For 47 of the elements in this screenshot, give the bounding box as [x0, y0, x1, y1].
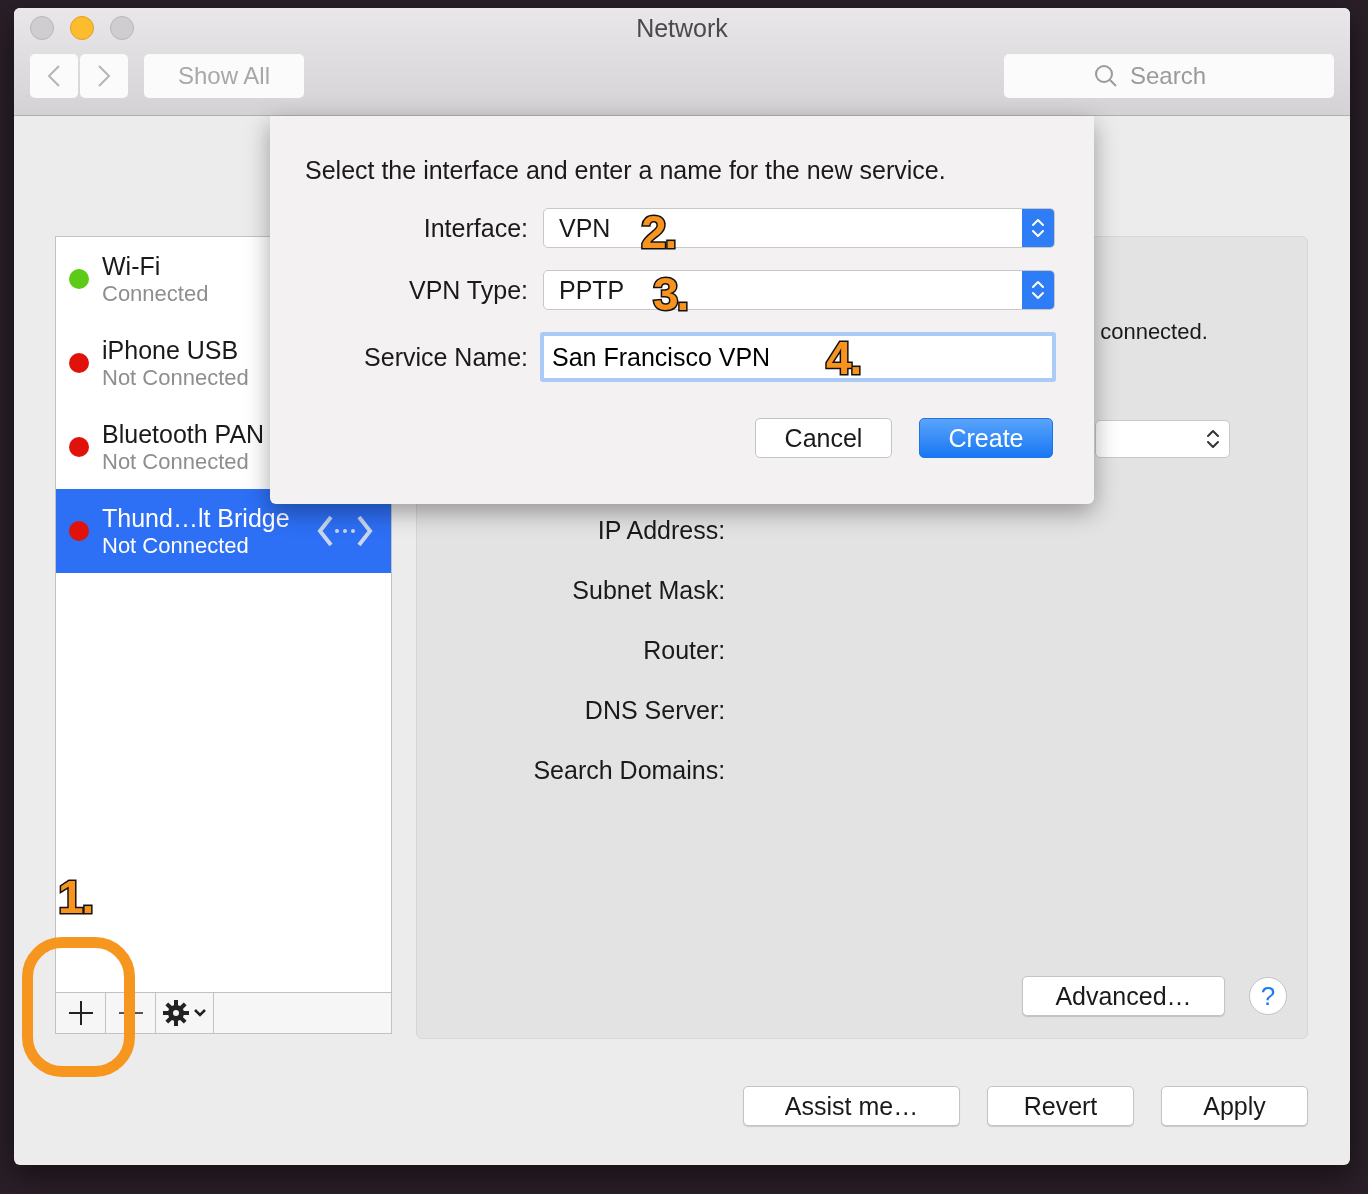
- minus-icon: [117, 1011, 144, 1015]
- search-field[interactable]: Search: [1004, 54, 1334, 98]
- service-name: iPhone USB: [102, 335, 240, 365]
- service-status: Not Connected: [102, 448, 250, 475]
- service-name: Bluetooth PAN: [102, 419, 265, 449]
- dialog-message: Select the interface and enter a name for the new service.: [305, 156, 947, 185]
- service-item[interactable]: Bluetooth PAN Not Connected: [56, 405, 392, 489]
- service-name: Wi-Fi: [102, 251, 162, 281]
- zoom-button[interactable]: [110, 16, 134, 40]
- caret-icon: [192, 1008, 207, 1018]
- forward-button[interactable]: [80, 54, 128, 98]
- field-label: Router:: [642, 635, 726, 666]
- service-item[interactable]: Thund…lt Bridge Not Connected: [56, 489, 392, 573]
- field-label: Service Name:: [363, 342, 528, 372]
- plus-icon: [67, 1000, 94, 1026]
- service-status: Connected: [102, 280, 209, 307]
- footer-button[interactable]: Apply: [1161, 1086, 1308, 1126]
- popup-button[interactable]: PPTP 3.: [543, 270, 1055, 310]
- field-label: Subnet Mask:: [571, 575, 726, 606]
- step-number: 1.: [58, 870, 93, 924]
- service-name: Thund…lt Bridge: [102, 503, 290, 533]
- window-title: Network: [636, 13, 728, 43]
- field-label: Search Domains:: [532, 755, 726, 786]
- close-button[interactable]: [30, 16, 54, 40]
- help-button[interactable]: ?: [1249, 977, 1287, 1015]
- dialog-button[interactable]: Cancel: [755, 418, 892, 458]
- advanced-button[interactable]: Advanced…: [1022, 976, 1225, 1016]
- footer-button[interactable]: Assist me…: [743, 1086, 960, 1126]
- field-label: Interface:: [422, 213, 528, 243]
- footer-button[interactable]: Revert: [987, 1086, 1134, 1126]
- gear-icon: [162, 1000, 189, 1026]
- popup-button[interactable]: VPN 2.: [543, 208, 1055, 248]
- back-button[interactable]: [30, 54, 78, 98]
- popup-button[interactable]: [1095, 420, 1231, 458]
- service-status: Not Connected: [102, 532, 250, 559]
- minimize-button[interactable]: [70, 16, 94, 40]
- step-number: 4.: [826, 331, 861, 385]
- service-status: Not Connected: [102, 364, 249, 391]
- field-label: IP Address:: [596, 515, 726, 546]
- bridge-icon: [317, 513, 374, 549]
- field-label: VPN Type:: [407, 275, 528, 305]
- field-label: DNS Server:: [583, 695, 726, 726]
- search-icon: [1094, 64, 1118, 88]
- chevron-right-icon: [97, 64, 111, 88]
- chevron-left-icon: [47, 64, 61, 88]
- service-item[interactable]: Wi-Fi Connected: [56, 237, 392, 321]
- status-text: connected.: [1100, 319, 1209, 345]
